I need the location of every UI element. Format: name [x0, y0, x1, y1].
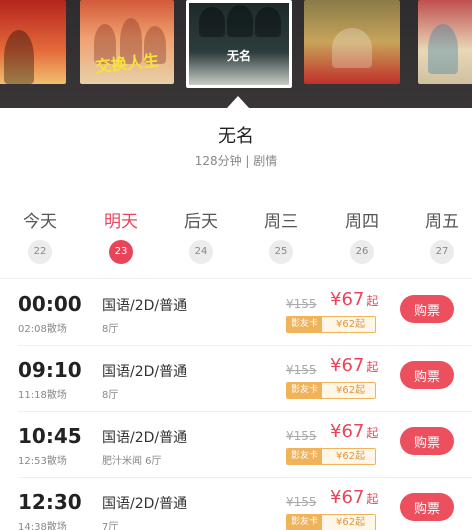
buy-ticket-button[interactable]: 购票: [400, 361, 454, 389]
film-title: 无名: [218, 126, 254, 147]
date-day-circle: 24: [189, 240, 213, 264]
sale-price: ¥67 起: [330, 355, 378, 376]
format-label: 国语/2D/普通: [102, 430, 188, 446]
poster-3-title: 无名: [226, 49, 251, 63]
date-day-circle: 25: [269, 240, 293, 264]
card-price: ¥62起: [322, 317, 376, 332]
original-price: ¥155: [286, 429, 317, 443]
date-day-circle: 22: [28, 240, 52, 264]
selection-pointer: [227, 96, 249, 108]
date-weekday: 明天: [104, 212, 138, 232]
showtime-row: 10:45 12:53散场 国语/2D/普通 肥汁米闻 6厅 ¥155 ¥67 起…: [0, 412, 472, 478]
price-qi: 起: [366, 426, 379, 440]
date-weekday: 后天: [184, 212, 218, 232]
format-label: 国语/2D/普通: [102, 496, 188, 512]
poster-4[interactable]: [304, 0, 400, 84]
card-price: ¥62起: [322, 383, 376, 398]
member-card-badge: 影友卡 ¥62起: [286, 448, 377, 465]
date-tab-1[interactable]: 明天 23: [91, 210, 151, 264]
date-day-circle: 27: [430, 240, 454, 264]
buy-ticket-button[interactable]: 购票: [400, 295, 454, 323]
poster-1[interactable]: [0, 0, 66, 84]
card-price: ¥62起: [322, 515, 376, 530]
sale-price: ¥67 起: [330, 487, 378, 508]
date-day-circle: 23: [109, 240, 133, 264]
hall-label: 肥汁米闻 6厅: [102, 456, 162, 467]
sale-price: ¥67 起: [330, 289, 378, 310]
end-time: 14:38散场: [18, 522, 67, 530]
original-price: ¥155: [286, 495, 317, 509]
end-time: 12:53散场: [18, 456, 67, 467]
date-tab-4[interactable]: 周四 26: [332, 210, 392, 264]
date-weekday: 今天: [23, 212, 57, 232]
price-qi: 起: [366, 492, 379, 506]
end-time: 11:18散场: [18, 390, 67, 401]
date-weekday: 周五: [425, 212, 459, 232]
date-day-circle: 26: [350, 240, 374, 264]
start-time: 10:45: [18, 424, 82, 448]
start-time: 12:30: [18, 490, 82, 514]
showtime-row: 00:00 02:08散场 国语/2D/普通 8厅 ¥155 ¥67 起 影友卡 …: [0, 280, 472, 346]
buy-ticket-button[interactable]: 购票: [400, 493, 454, 521]
hall-label: 8厅: [102, 324, 119, 335]
hall-label: 7厅: [102, 522, 119, 530]
film-meta: 128分钟 | 剧情: [194, 154, 278, 168]
poster-carousel[interactable]: 交换人生 无名: [0, 0, 472, 108]
showtime-row: 12:30 14:38散场 国语/2D/普通 7厅 ¥155 ¥67 起 影友卡 …: [0, 478, 472, 530]
date-tab-3[interactable]: 周三 25: [251, 210, 311, 264]
member-card-badge: 影友卡 ¥62起: [286, 382, 377, 399]
poster-2[interactable]: 交换人生: [80, 0, 174, 84]
start-time: 09:10: [18, 358, 82, 382]
member-card-badge: 影友卡 ¥62起: [286, 316, 377, 333]
original-price: ¥155: [286, 297, 317, 311]
date-weekday: 周三: [264, 212, 298, 232]
price-qi: 起: [366, 294, 379, 308]
card-label: 影友卡: [287, 515, 323, 530]
hall-label: 8厅: [102, 390, 119, 401]
sale-price-value: ¥67: [330, 487, 365, 508]
buy-ticket-button[interactable]: 购票: [400, 427, 454, 455]
end-time: 02:08散场: [18, 324, 67, 335]
start-time: 00:00: [18, 292, 82, 316]
sale-price-value: ¥67: [330, 355, 365, 376]
poster-3-selected[interactable]: 无名: [186, 0, 292, 88]
divider: [0, 278, 472, 279]
sale-price-value: ¥67: [330, 289, 365, 310]
date-tab-0[interactable]: 今天 22: [10, 210, 70, 264]
poster-5[interactable]: [418, 0, 472, 84]
format-label: 国语/2D/普通: [102, 298, 188, 314]
price-qi: 起: [366, 360, 379, 374]
format-label: 国语/2D/普通: [102, 364, 188, 380]
card-price: ¥62起: [322, 449, 376, 464]
card-label: 影友卡: [287, 383, 323, 398]
date-weekday: 周四: [345, 212, 379, 232]
card-label: 影友卡: [287, 317, 323, 332]
sale-price: ¥67 起: [330, 421, 378, 442]
showtime-row: 09:10 11:18散场 国语/2D/普通 8厅 ¥155 ¥67 起 影友卡 …: [0, 346, 472, 412]
date-tab-2[interactable]: 后天 24: [171, 210, 231, 264]
member-card-badge: 影友卡 ¥62起: [286, 514, 377, 530]
date-tab-5[interactable]: 周五 27: [412, 210, 472, 264]
original-price: ¥155: [286, 363, 317, 377]
sale-price-value: ¥67: [330, 421, 365, 442]
card-label: 影友卡: [287, 449, 323, 464]
